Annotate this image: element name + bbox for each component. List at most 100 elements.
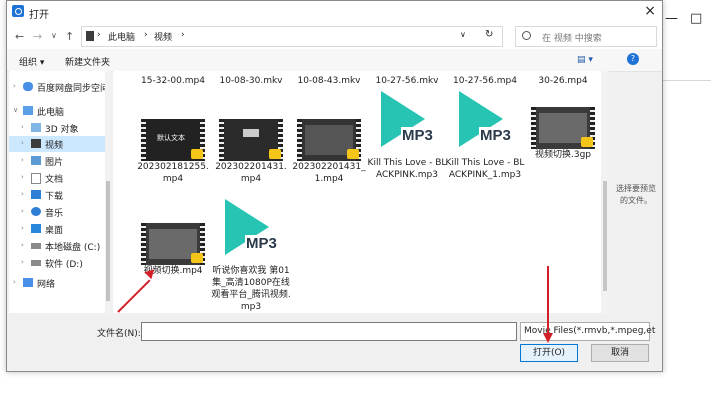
sidebar-scrollbar[interactable]: [105, 71, 111, 313]
drive-icon: [31, 243, 41, 249]
mp3-file-icon: MP3: [367, 91, 447, 151]
film-strip: [297, 119, 302, 161]
bg-maximize-button[interactable]: □: [690, 11, 702, 26]
expand-icon[interactable]: ›: [21, 207, 24, 215]
file-name: 202302201431_1.mp4: [292, 162, 366, 184]
sidebar-item-3d-objects[interactable]: › 3D 对象: [9, 120, 105, 136]
help-icon[interactable]: ?: [627, 53, 639, 65]
file-item[interactable]: 视频切换.mp4: [133, 219, 213, 299]
file-item[interactable]: 202302201431_1.mp4: [289, 115, 369, 195]
sidebar-item-label: 软件 (D:): [45, 260, 83, 270]
organize-menu[interactable]: 组织 ▾: [19, 55, 44, 68]
bg-minimize-button[interactable]: —: [665, 11, 678, 26]
sidebar-item-label: 此电脑: [37, 108, 65, 118]
sidebar-item-music[interactable]: › 音乐: [9, 204, 105, 220]
file-name-partial[interactable]: 10-27-56.mkv: [367, 76, 447, 86]
close-icon[interactable]: ×: [644, 3, 656, 19]
thumbnail-frame: [149, 229, 197, 259]
breadcrumb-videos[interactable]: 视频: [154, 30, 172, 43]
breadcrumb-this-pc[interactable]: 此电脑: [108, 30, 135, 43]
new-folder-button[interactable]: 新建文件夹: [65, 55, 110, 68]
mp3-badge: MP3: [245, 235, 278, 252]
file-item[interactable]: 默认文本 202302181255.mp4: [133, 115, 213, 195]
file-name-partial[interactable]: 10-08-43.mkv: [289, 76, 369, 86]
sidebar-item-label: 3D 对象: [45, 125, 79, 135]
file-type-select[interactable]: Movie Files(*.rmvb,*.mpeg,et: [520, 322, 655, 341]
file-name-partial[interactable]: 15-32-00.mp4: [133, 76, 213, 86]
sidebar-item-pictures[interactable]: › 图片: [9, 153, 105, 169]
sidebar-item-label: 视频: [45, 141, 64, 151]
expand-icon[interactable]: ›: [21, 156, 24, 164]
recent-dropdown-icon[interactable]: ∨: [51, 31, 57, 40]
file-item[interactable]: MP3 Kill This Love - BLACKPINK_1.mp3: [445, 91, 525, 201]
sidebar-item-documents[interactable]: › 文档: [9, 170, 105, 186]
mp3-file-icon: MP3: [445, 91, 525, 151]
expand-icon[interactable]: ›: [21, 139, 24, 147]
file-list-scrollbar[interactable]: [601, 71, 609, 313]
back-arrow-icon[interactable]: ←: [15, 30, 24, 43]
address-dropdown-icon[interactable]: ∨: [460, 30, 466, 39]
breadcrumb-separator-icon: ›: [181, 30, 185, 40]
video-thumbnail: [297, 119, 361, 161]
sidebar-item-local-disk-c[interactable]: › 本地磁盘 (C:): [9, 238, 105, 254]
file-name: 视频切换.3gp: [534, 150, 591, 160]
bg-divider: [660, 80, 711, 81]
open-button[interactable]: 打开(O): [520, 344, 578, 362]
file-item[interactable]: MP3 听说你喜欢我 第01集_高清1080P在线观看平台_腾讯视频.mp3: [211, 199, 291, 313]
collapse-icon[interactable]: ∨: [13, 106, 18, 114]
file-name-partial[interactable]: 10-27-56.mp4: [445, 76, 525, 86]
video-icon: [31, 139, 41, 148]
up-arrow-icon[interactable]: ↑: [65, 30, 74, 43]
search-box[interactable]: 在 视频 中搜索: [515, 26, 657, 47]
file-item[interactable]: 202302201431.mp4: [211, 115, 291, 195]
file-item[interactable]: 视频切换.3gp: [523, 103, 601, 183]
file-item[interactable]: MP3 Kill This Love - BLACKPINK.mp3: [367, 91, 447, 201]
sidebar-item-this-pc[interactable]: ∨ 此电脑: [9, 103, 105, 119]
annotation-arrowhead-open: [543, 333, 553, 343]
expand-icon[interactable]: ›: [21, 190, 24, 198]
filename-input[interactable]: [141, 322, 517, 341]
scroll-thumb[interactable]: [603, 181, 607, 291]
sidebar-item-label: 网络: [37, 280, 56, 290]
expand-icon[interactable]: ›: [21, 123, 24, 131]
sidebar-item-videos[interactable]: › 视频: [9, 136, 105, 152]
sidebar-item-downloads[interactable]: › 下载: [9, 187, 105, 203]
file-name-partial[interactable]: 10-08-30.mkv: [211, 76, 291, 86]
expand-icon[interactable]: ›: [13, 278, 16, 286]
scroll-thumb[interactable]: [106, 181, 110, 301]
search-input[interactable]: 在 视频 中搜索: [542, 31, 602, 44]
mp3-badge: MP3: [479, 127, 512, 144]
sidebar-item-desktop[interactable]: › 桌面: [9, 221, 105, 237]
refresh-icon[interactable]: ↻: [485, 29, 493, 40]
expand-icon[interactable]: ›: [21, 258, 24, 266]
video-thumbnail: [531, 107, 595, 149]
expand-icon[interactable]: ›: [21, 241, 24, 249]
annotation-arrow-open: [547, 266, 549, 338]
mp3-file-icon: MP3: [211, 199, 291, 259]
cancel-button[interactable]: 取消: [591, 344, 649, 362]
video-folder-icon: [86, 31, 94, 41]
dialog-title: 打开: [29, 10, 49, 21]
forward-arrow-icon[interactable]: →: [33, 30, 42, 43]
address-bar[interactable]: › 此电脑 › 视频 › ∨ ↻: [81, 26, 503, 47]
picture-icon: [31, 156, 41, 165]
sidebar-item-software-d[interactable]: › 软件 (D:): [9, 255, 105, 271]
film-strip: [141, 119, 146, 161]
mp3-badge: MP3: [401, 127, 434, 144]
view-options-icon[interactable]: ▤ ▾: [577, 55, 593, 65]
sidebar-item-baidu-sync[interactable]: › 百度网盘同步空间: [9, 79, 109, 95]
breadcrumb-separator-icon: ›: [144, 30, 148, 40]
expand-icon[interactable]: ›: [21, 224, 24, 232]
cube-icon: [31, 123, 41, 132]
title-bar: 打开 ×: [7, 1, 662, 23]
expand-icon[interactable]: ›: [21, 173, 24, 181]
sidebar-item-network[interactable]: › 网络: [9, 275, 105, 291]
file-name: 202302181255.mp4: [137, 162, 209, 184]
expand-icon[interactable]: ›: [13, 82, 16, 90]
file-list: 15-32-00.mp4 10-08-30.mkv 10-08-43.mkv 1…: [113, 71, 601, 313]
film-strip: [141, 223, 146, 265]
player-badge-icon: [269, 149, 281, 159]
cloud-icon: [23, 82, 33, 91]
command-bar: 组织 ▾ 新建文件夹 ▤ ▾ ?: [7, 49, 662, 72]
file-name-partial[interactable]: 30-26.mp4: [523, 76, 601, 86]
